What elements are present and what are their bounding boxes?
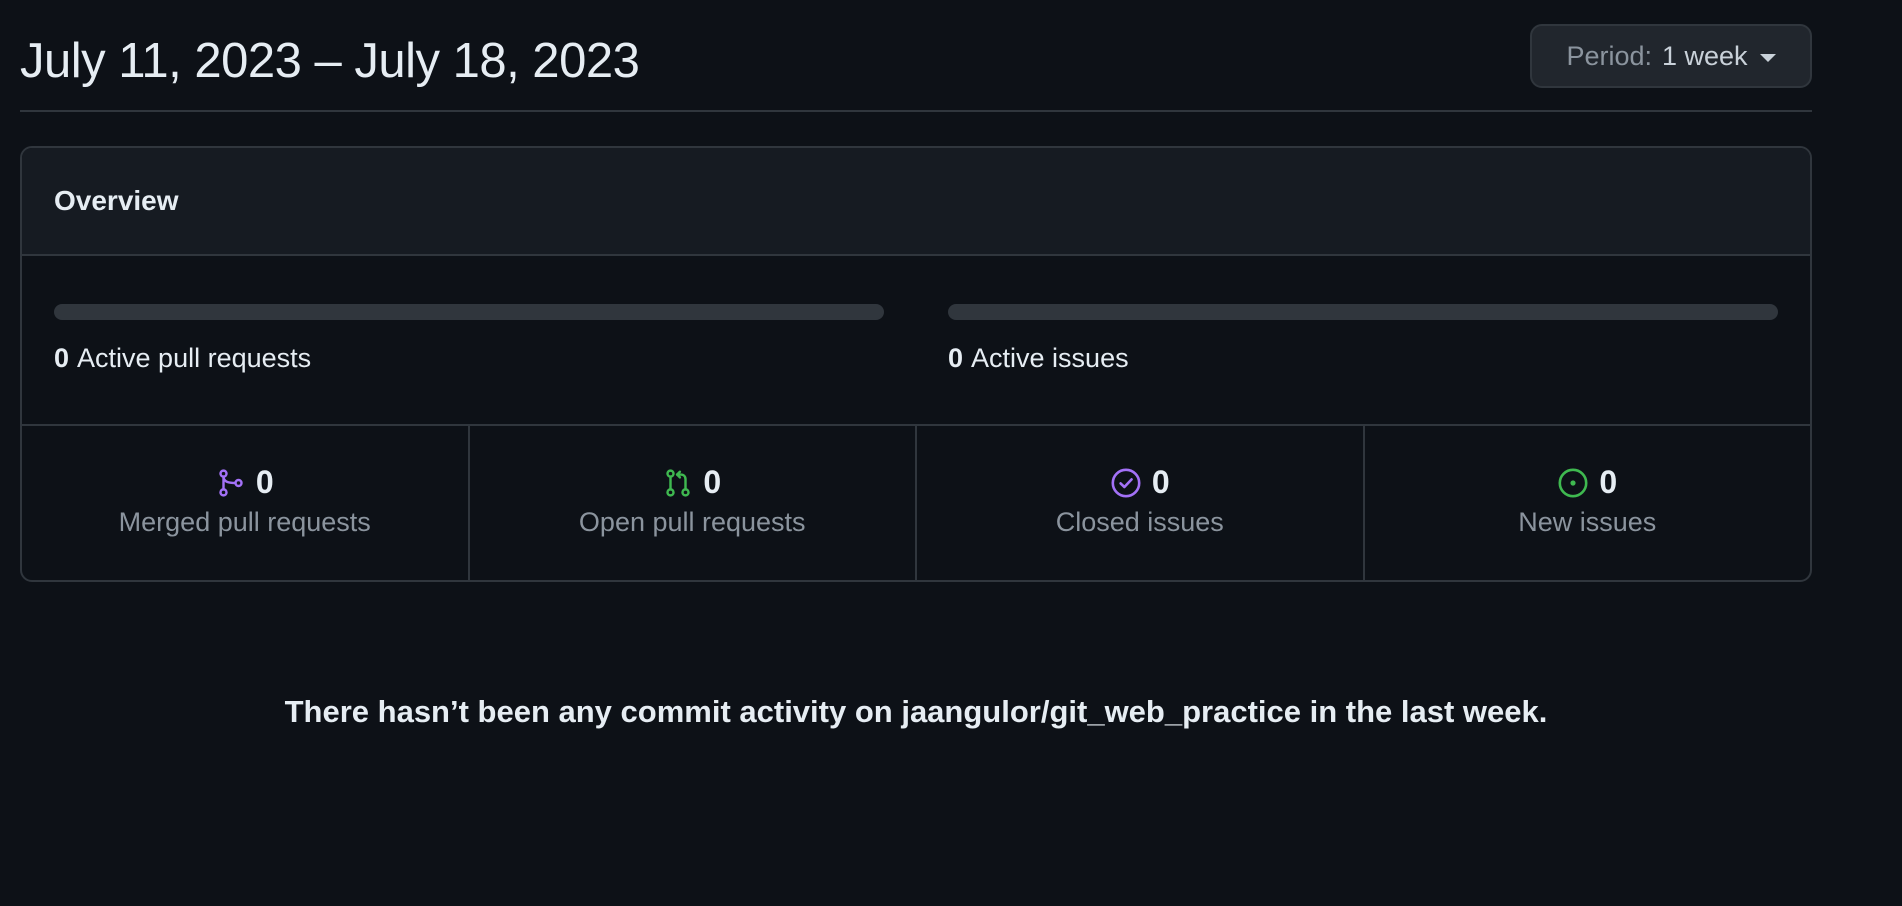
issues-progress-bar [948,304,1778,320]
overview-title: Overview [54,185,179,216]
overview-header: Overview [22,148,1810,256]
pulse-header: July 11, 2023 – July 18, 2023 Period: 1 … [20,0,1812,112]
stat-closed-issues[interactable]: 0 Closed issues [917,426,1365,580]
issue-opened-icon [1557,467,1589,499]
active-summary-row: 0 Active pull requests 0 Active issues [22,256,1810,426]
date-range-title: July 11, 2023 – July 18, 2023 [20,34,640,88]
caret-down-icon [1759,53,1776,62]
closed-issues-label: Closed issues [1055,506,1224,537]
period-dropdown-button[interactable]: Period: 1 week [1530,24,1812,88]
stat-closed-issues-top: 0 [1110,463,1170,503]
merged-pull-requests-label: Merged pull requests [118,506,371,537]
stat-new-issues[interactable]: 0 New issues [1365,426,1811,580]
overview-panel: Overview 0 Active pull requests 0 Active i… [20,146,1812,582]
active-pull-requests-count: 0 [54,343,70,373]
period-label: Period: [1566,40,1652,71]
stat-open-pr-top: 0 [663,463,721,503]
issue-closed-icon [1110,467,1142,499]
stat-open-pull-requests[interactable]: 0 Open pull requests [470,426,917,580]
stat-new-issues-top: 0 [1557,463,1617,503]
stat-merged-top: 0 [216,463,274,503]
active-pull-requests-label: Active pull requests [77,343,312,373]
active-pull-requests-text[interactable]: 0 Active pull requests [54,340,884,376]
git-merge-icon [216,467,246,499]
period-value: 1 week [1662,40,1748,71]
active-issues-label: Active issues [971,343,1129,373]
stat-merged-pull-requests[interactable]: 0 Merged pull requests [22,426,470,580]
open-pull-requests-count: 0 [703,464,722,500]
merged-pull-requests-count: 0 [255,464,274,500]
git-pull-request-icon [663,467,693,499]
active-issues-text[interactable]: 0 Active issues [948,340,1778,376]
open-pull-requests-label: Open pull requests [578,506,806,537]
pulse-page: July 11, 2023 – July 18, 2023 Period: 1 … [20,0,1812,729]
new-issues-count: 0 [1599,464,1618,500]
active-issues-summary[interactable]: 0 Active issues [948,304,1778,424]
active-issues-count: 0 [948,343,964,373]
closed-issues-count: 0 [1151,464,1170,500]
stats-row: 0 Merged pull requests 0 Open pull reque… [22,426,1810,580]
new-issues-label: New issues [1518,506,1657,537]
pull-requests-progress-bar [54,304,884,320]
active-pull-requests-summary[interactable]: 0 Active pull requests [54,304,884,424]
commit-activity-message: There hasn’t been any commit activity on… [284,694,1548,729]
